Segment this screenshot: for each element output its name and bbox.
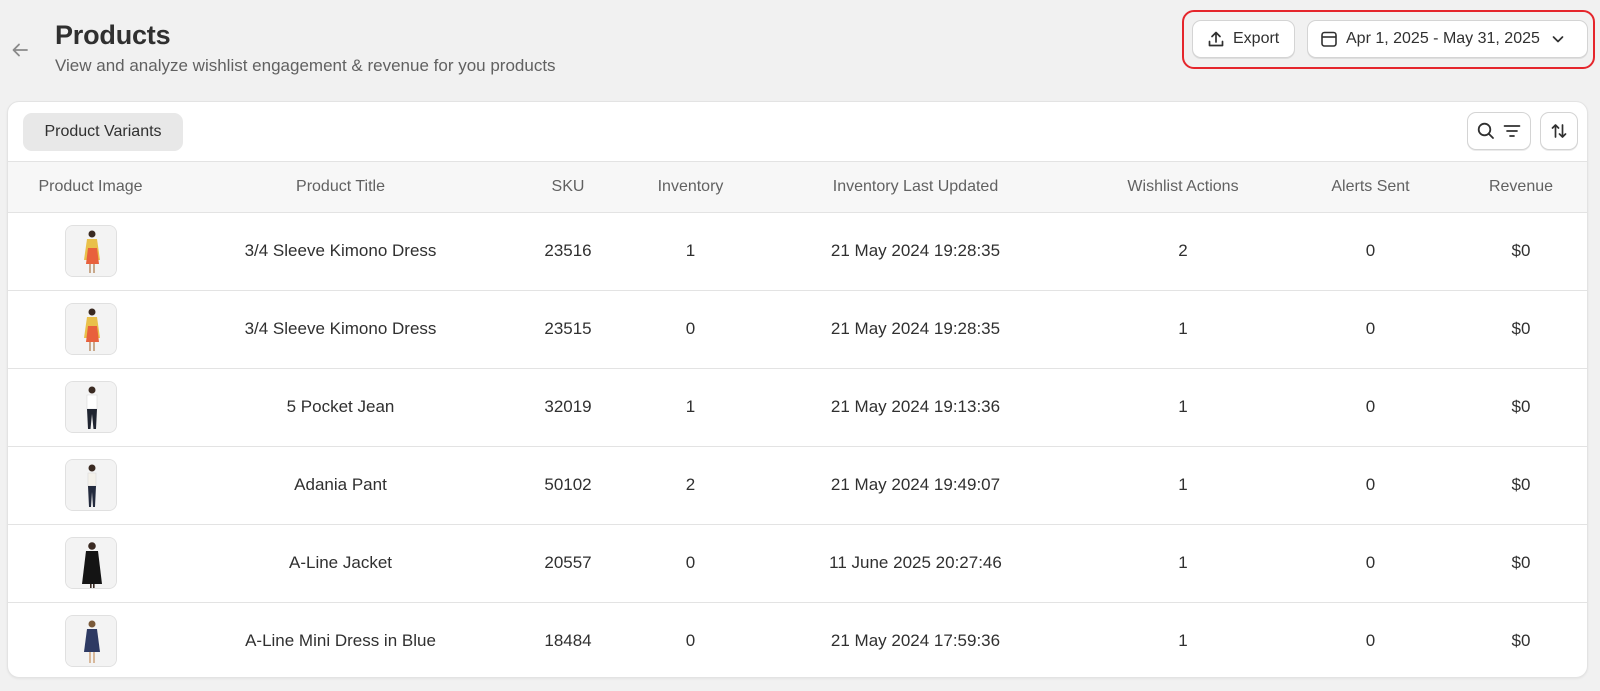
search-icon [1477,122,1494,139]
page-header: Products View and analyze wishlist engag… [0,0,1600,100]
alerts-sent: 0 [1365,475,1376,494]
sku: 18484 [544,631,592,651]
products-table: Product Image Product Title SKU Inventor… [8,162,1587,677]
inventory-updated: 21 May 2024 19:49:07 [830,475,1001,494]
alerts-sent: 0 [1365,241,1376,260]
product-thumbnail[interactable] [64,225,117,277]
product-thumbnail[interactable] [64,381,117,433]
inventory-updated: 21 May 2024 19:28:35 [830,319,1001,338]
product-title[interactable]: A-Line Mini Dress in Blue [173,602,508,677]
back-button[interactable] [8,38,32,62]
alerts-sent: 0 [1365,319,1376,338]
inventory-updated: 21 May 2024 19:13:36 [830,397,1001,416]
table-toolbar: Product Variants [8,102,1587,162]
filter-icon [1503,125,1521,137]
wishlist-actions: 1 [1178,319,1188,338]
sku: 23516 [544,241,592,260]
date-range-picker[interactable]: Apr 1, 2025 - May 31, 2025 [1307,20,1588,58]
product-title[interactable]: A-Line Jacket [173,524,508,602]
inventory: 0 [685,553,696,572]
revenue: $0 [1511,319,1531,338]
wishlist-actions: 1 [1178,553,1188,572]
col-header[interactable]: Product Title [173,162,508,213]
product-thumbnail[interactable] [64,537,117,589]
table-row[interactable]: A-Line Jacket 20557 0 11 June 2025 20:27… [8,524,1587,602]
sort-button[interactable] [1540,112,1578,150]
col-header[interactable]: Alerts Sent [1288,162,1453,213]
col-header[interactable]: SKU [508,162,628,213]
product-title[interactable]: 3/4 Sleeve Kimono Dress [173,290,508,368]
revenue: $0 [1511,241,1531,260]
product-title[interactable]: Adania Pant [173,446,508,524]
page-subtitle: View and analyze wishlist engagement & r… [55,56,556,75]
inventory: 0 [685,319,696,338]
tab-product-variants[interactable]: Product Variants [23,113,183,151]
revenue: $0 [1511,397,1531,416]
revenue: $0 [1511,553,1531,572]
product-thumbnail[interactable] [64,459,117,511]
sku: 23515 [544,319,592,338]
inventory: 1 [685,241,696,260]
inventory: 1 [685,397,696,416]
wishlist-actions: 2 [1178,241,1188,260]
calendar-icon [1319,29,1339,49]
product-title[interactable]: 5 Pocket Jean [173,368,508,446]
table-row[interactable]: 3/4 Sleeve Kimono Dress 23515 0 21 May 2… [8,290,1587,368]
chevron-down-icon [1550,31,1566,47]
products-card: Product Variants Product Image Product T… [7,101,1588,678]
col-header[interactable]: Revenue [1453,162,1587,213]
date-range-label: Apr 1, 2025 - May 31, 2025 [1346,30,1540,47]
alerts-sent: 0 [1365,397,1376,416]
search-filter-button[interactable] [1467,112,1531,150]
alerts-sent: 0 [1365,631,1376,651]
export-label: Export [1233,30,1280,47]
table-header-row: Product Image Product Title SKU Inventor… [8,162,1587,213]
export-button[interactable]: Export [1192,20,1295,58]
inventory-updated: 21 May 2024 17:59:36 [830,631,1001,651]
table-row[interactable]: 5 Pocket Jean 32019 1 21 May 2024 19:13:… [8,368,1587,446]
col-header[interactable]: Inventory [628,162,753,213]
inventory: 2 [685,475,696,494]
table-row[interactable]: Adania Pant 50102 2 21 May 2024 19:49:07… [8,446,1587,524]
wishlist-actions: 1 [1178,631,1188,651]
page-title: Products [55,20,171,50]
product-thumbnail[interactable] [64,303,117,355]
col-header[interactable]: Inventory Last Updated [753,162,1078,213]
sku: 32019 [544,397,592,416]
product-thumbnail[interactable] [64,615,117,668]
revenue: $0 [1511,475,1531,494]
col-header[interactable]: Product Image [8,162,173,213]
col-header[interactable]: Wishlist Actions [1078,162,1288,213]
inventory: 0 [685,631,696,651]
arrow-left-icon [12,43,28,57]
sort-icon [1551,124,1567,138]
inventory-updated: 21 May 2024 19:28:35 [830,241,1001,260]
wishlist-actions: 1 [1178,475,1188,494]
revenue: $0 [1511,631,1531,651]
wishlist-actions: 1 [1178,397,1188,416]
sku: 50102 [544,475,592,494]
alerts-sent: 0 [1365,553,1376,572]
sku: 20557 [544,553,592,572]
inventory-updated: 11 June 2025 20:27:46 [829,553,1002,572]
product-title[interactable]: 3/4 Sleeve Kimono Dress [173,212,508,290]
table-row[interactable]: A-Line Mini Dress in Blue 18484 0 21 May… [8,602,1587,677]
table-row[interactable]: 3/4 Sleeve Kimono Dress 23516 1 21 May 2… [8,212,1587,290]
upload-icon [1206,29,1226,49]
